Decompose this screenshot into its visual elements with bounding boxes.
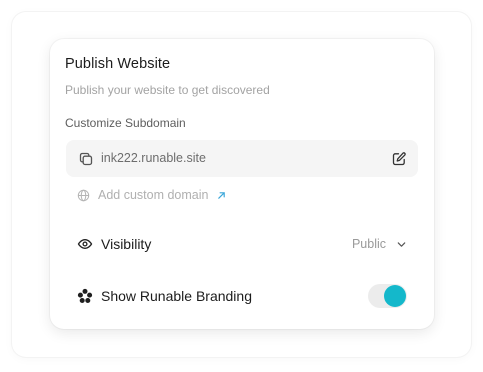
publish-website-card: Publish Website Publish your website to … <box>50 39 434 329</box>
subdomain-field[interactable]: ink222.runable.site <box>66 140 418 177</box>
visibility-row: Visibility Public <box>77 233 407 255</box>
branding-label: Show Runable Branding <box>101 288 252 304</box>
chevron-down-icon <box>397 241 406 247</box>
subdomain-label: Customize Subdomain <box>65 116 186 130</box>
edit-icon[interactable] <box>391 151 407 167</box>
add-custom-domain-label: Add custom domain <box>98 188 209 202</box>
visibility-label: Visibility <box>101 236 152 252</box>
copy-icon[interactable] <box>78 151 94 167</box>
add-custom-domain-link[interactable]: Add custom domain <box>77 186 226 204</box>
subdomain-value: ink222.runable.site <box>101 151 206 165</box>
eye-icon <box>77 239 93 249</box>
globe-icon <box>77 189 90 201</box>
branding-toggle[interactable] <box>368 284 407 308</box>
visibility-value: Public <box>351 237 386 251</box>
external-arrow-icon <box>218 191 226 199</box>
runable-logo-icon <box>77 288 93 303</box>
branding-row: Show Runable Branding <box>77 284 407 308</box>
dialog-title: Publish Website <box>65 56 171 72</box>
toggle-knob <box>384 285 406 307</box>
visibility-dropdown[interactable]: Public <box>352 235 407 253</box>
dialog-subtitle: Publish your website to get discovered <box>65 83 270 97</box>
